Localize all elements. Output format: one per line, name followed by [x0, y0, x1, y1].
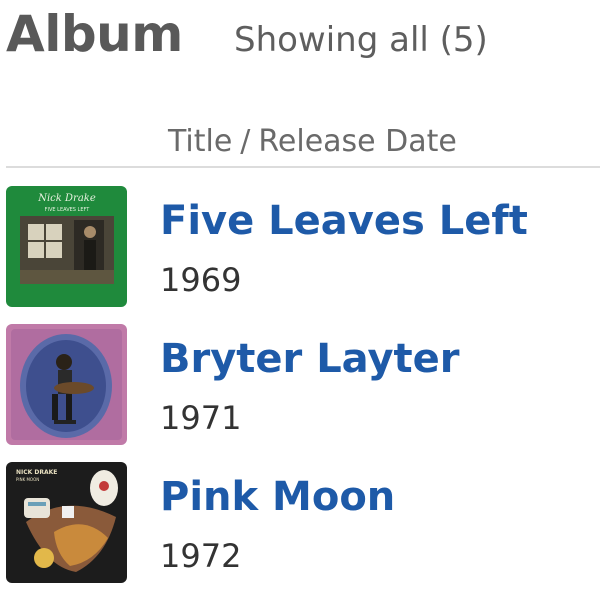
album-year: 1969	[160, 261, 242, 299]
album-cover[interactable]	[6, 324, 127, 445]
sort-control[interactable]: Title / Release Date	[168, 122, 457, 162]
album-year: 1972	[160, 537, 242, 575]
cover-artist-text: NICK DRAKE	[16, 469, 57, 476]
sort-title-option[interactable]: Title	[168, 124, 232, 159]
album-item[interactable]: NICK DRAKE PINK MOON Pink Moon 1972	[6, 462, 600, 592]
album-item[interactable]: Bryter Layter 1971	[6, 324, 600, 462]
cover-title-text: PINK MOON	[16, 477, 39, 482]
sort-separator: /	[240, 124, 251, 159]
showing-count: Showing all (5)	[234, 20, 488, 60]
sort-release-date-option[interactable]: Release Date	[258, 124, 456, 159]
album-year: 1971	[160, 399, 242, 437]
header: Album Showing all (5)	[6, 0, 600, 80]
album-title[interactable]: Pink Moon	[160, 472, 395, 522]
divider	[6, 166, 600, 168]
album-cover[interactable]: Nick Drake FIVE LEAVES LEFT	[6, 186, 127, 307]
album-list-page: Album Showing all (5) Title / Release Date…	[0, 0, 600, 592]
album-title[interactable]: Five Leaves Left	[160, 196, 528, 246]
album-list: Nick Drake FIVE LEAVES LEFT Five Leaves …	[6, 186, 600, 592]
cover-title-text: FIVE LEAVES LEFT	[45, 207, 91, 213]
album-title[interactable]: Bryter Layter	[160, 334, 460, 384]
page-title: Album	[6, 5, 183, 63]
album-cover[interactable]: NICK DRAKE PINK MOON	[6, 462, 127, 583]
cover-artist-text: Nick Drake	[37, 193, 96, 204]
album-item[interactable]: Nick Drake FIVE LEAVES LEFT Five Leaves …	[6, 186, 600, 324]
